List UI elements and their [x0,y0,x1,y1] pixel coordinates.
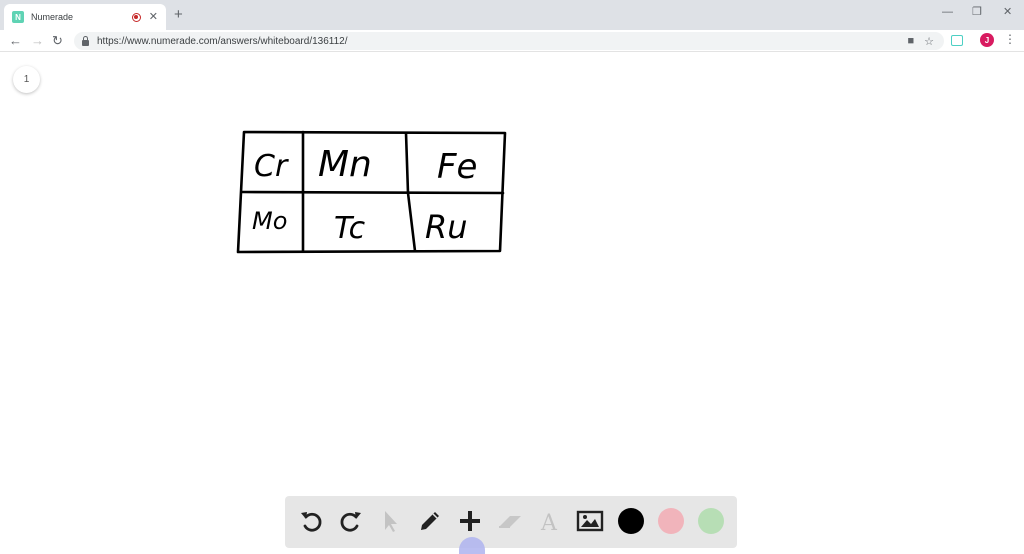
tab-strip: N Numerade ✕ + — ❐ ✕ [0,0,1024,30]
table-cell: Mn [318,144,372,185]
extension-icon[interactable] [951,35,963,46]
forward-button[interactable]: → [31,33,44,49]
page-number-badge[interactable]: 1 [13,66,40,93]
drawing-toolbar: A [285,496,737,548]
table-cell: Ru [425,208,468,246]
whiteboard-canvas: Cr Mn Fe Mo Tc Ru [236,130,507,254]
redo-icon[interactable] [334,504,368,538]
text-icon[interactable]: A [533,504,567,538]
table-cell: Mo [252,207,287,235]
close-window-button[interactable]: ✕ [1003,7,1012,18]
url-text[interactable]: https://www.numerade.com/answers/whitebo… [97,36,907,47]
table-grid [236,130,507,254]
image-icon[interactable] [573,504,607,538]
eraser-icon[interactable] [493,504,527,538]
browser-toolbar: ← → ↻ https://www.numerade.com/answers/w… [0,30,1024,52]
plus-icon[interactable] [453,504,487,538]
color-black-swatch[interactable] [614,504,648,538]
minimize-button[interactable]: — [942,7,953,18]
tab-close-icon[interactable]: ✕ [149,11,158,23]
back-button[interactable]: ← [9,33,22,49]
page-number: 1 [23,74,30,85]
text-tool-label: A [540,511,558,534]
address-bar[interactable]: https://www.numerade.com/answers/whitebo… [74,32,944,50]
reload-button[interactable]: ↻ [52,33,63,49]
new-tab-button[interactable]: + [174,7,183,22]
undo-icon[interactable] [294,504,328,538]
table-cell: Fe [437,147,477,187]
tab-numerade[interactable]: N Numerade ✕ [4,4,166,30]
select-cursor-icon[interactable] [373,504,407,538]
browser-menu-icon[interactable]: ⋮ [1004,33,1016,45]
table-cell: Cr [254,149,289,184]
lock-icon [82,35,89,46]
profile-avatar[interactable]: J [980,33,994,47]
recording-icon [131,12,141,22]
tab-title: Numerade [31,12,74,22]
restore-button[interactable]: ❐ [972,7,982,18]
color-pink-swatch[interactable] [654,504,688,538]
table-cell: Tc [334,211,366,246]
element-table: Cr Mn Fe Mo Tc Ru [252,144,477,246]
pencil-icon[interactable] [413,504,447,538]
camera-icon[interactable]: ■ [907,35,914,47]
color-green-swatch[interactable] [694,504,728,538]
numerade-favicon-icon: N [12,11,24,23]
star-icon[interactable]: ☆ [924,35,934,48]
